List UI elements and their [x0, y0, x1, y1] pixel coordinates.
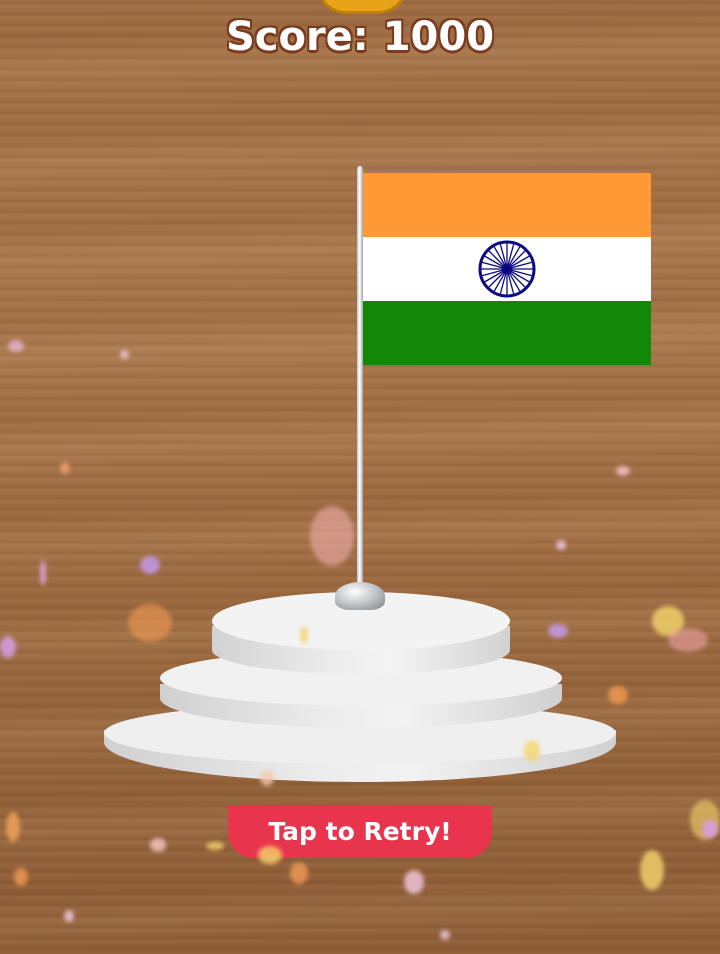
flag-band-saffron	[363, 173, 651, 237]
confetti-piece	[60, 462, 70, 474]
coin-icon	[316, 0, 408, 14]
confetti-piece	[120, 350, 129, 359]
confetti-piece	[258, 846, 282, 864]
confetti-piece	[206, 842, 224, 850]
confetti-piece	[616, 466, 630, 476]
confetti-piece	[300, 626, 308, 644]
confetti-piece	[640, 850, 664, 890]
confetti-piece	[310, 506, 354, 566]
confetti-piece	[0, 636, 16, 658]
confetti-piece	[290, 862, 308, 884]
confetti-piece	[556, 540, 566, 550]
indian-flag	[363, 173, 651, 365]
score-label: Score: 1000	[225, 14, 495, 60]
confetti-piece	[608, 686, 628, 704]
confetti-piece	[668, 628, 708, 652]
confetti-piece	[404, 870, 424, 894]
flag-band-green	[363, 301, 651, 365]
confetti-piece	[260, 770, 274, 786]
confetti-piece	[140, 556, 160, 574]
confetti-piece	[8, 340, 24, 352]
confetti-piece	[128, 604, 172, 642]
confetti-piece	[14, 868, 28, 886]
confetti-piece	[702, 820, 718, 838]
flag-pole-base	[335, 582, 385, 610]
confetti-piece	[548, 624, 568, 638]
confetti-piece	[6, 812, 20, 842]
confetti-piece	[524, 740, 540, 762]
confetti-piece	[64, 910, 74, 922]
confetti-piece	[40, 560, 46, 586]
confetti-piece	[440, 930, 450, 940]
ashoka-chakra-icon	[478, 240, 536, 298]
confetti-piece	[150, 838, 166, 852]
